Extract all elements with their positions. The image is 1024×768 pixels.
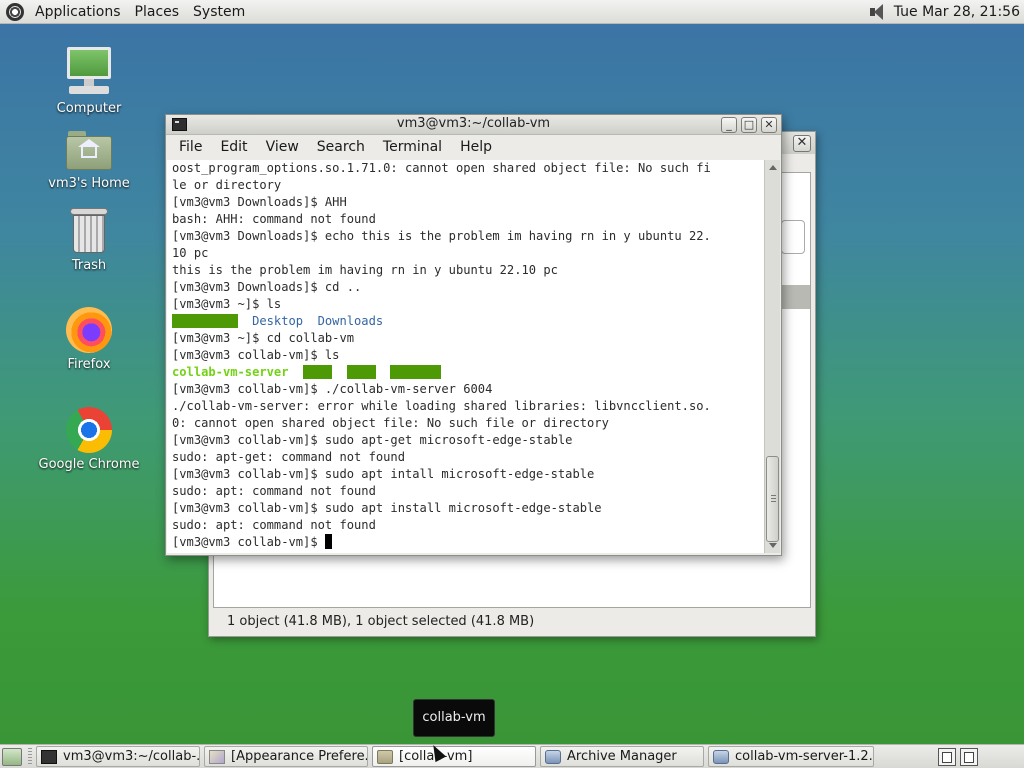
scroll-down-arrow-icon[interactable] bbox=[769, 543, 777, 548]
ls-item-scripts: scripts bbox=[390, 365, 442, 379]
folder-icon bbox=[377, 749, 393, 764]
show-desktop-icon[interactable] bbox=[2, 748, 22, 766]
taskbar-item-terminal[interactable]: vm3@vm3:~/collab-... bbox=[36, 746, 200, 767]
archive-icon bbox=[545, 749, 561, 764]
volume-icon[interactable] bbox=[868, 3, 888, 21]
desktop-icon-chrome[interactable]: Google Chrome bbox=[34, 407, 144, 472]
desktop-icon-label: Computer bbox=[56, 101, 122, 116]
desktop-icon-home[interactable]: vm3's Home bbox=[34, 128, 144, 191]
desktop-icon-label: Firefox bbox=[67, 357, 111, 372]
terminal-window[interactable]: vm3@vm3:~/collab-vm _ □ ✕ File Edit View… bbox=[165, 114, 782, 556]
terminal-line: [vm3@vm3 ~]$ cd collab-vm bbox=[172, 331, 355, 345]
terminal-menubar: File Edit View Search Terminal Help bbox=[166, 135, 781, 159]
home-folder-icon bbox=[66, 128, 112, 172]
terminal-line: sudo: apt-get: command not found bbox=[172, 450, 405, 464]
desktop-icon-label: Trash bbox=[71, 258, 107, 273]
terminal-line: bash: AHH: command not found bbox=[172, 212, 376, 226]
archive-icon bbox=[713, 749, 729, 764]
terminal-line: [vm3@vm3 ~]$ ls bbox=[172, 297, 282, 311]
maximize-button[interactable]: □ bbox=[741, 117, 757, 133]
desktop-icon-label: Google Chrome bbox=[38, 457, 140, 472]
ls-output-collab: collab-vm-server html http scripts bbox=[172, 364, 764, 381]
file-manager-selected-item[interactable] bbox=[780, 285, 810, 309]
taskbar-tooltip: collab-vm bbox=[413, 699, 495, 737]
menu-file[interactable]: File bbox=[170, 139, 211, 155]
terminal-line: [vm3@vm3 Downloads]$ cd .. bbox=[172, 280, 362, 294]
menu-search[interactable]: Search bbox=[308, 139, 374, 155]
taskbar-label: Archive Manager bbox=[567, 749, 677, 764]
trash-icon bbox=[70, 208, 108, 254]
firefox-icon bbox=[66, 307, 112, 353]
terminal-line: [vm3@vm3 Downloads]$ echo this is the pr… bbox=[172, 229, 711, 243]
taskbar-label: [Appearance Prefere... bbox=[231, 749, 368, 764]
taskbar-item-archive-manager[interactable]: Archive Manager bbox=[540, 746, 704, 767]
terminal-line: [vm3@vm3 collab-vm]$ sudo apt intall mic… bbox=[172, 467, 595, 481]
menu-terminal[interactable]: Terminal bbox=[374, 139, 451, 155]
taskbar-label: collab-vm-server-1.2.... bbox=[735, 749, 874, 764]
file-manager-close-button[interactable]: ✕ bbox=[793, 135, 811, 152]
terminal-line: [vm3@vm3 collab-vm]$ ls bbox=[172, 348, 340, 362]
appearance-icon bbox=[209, 749, 225, 764]
menu-system[interactable]: System bbox=[186, 0, 252, 24]
ls-item-collab-vm: collab-vm bbox=[172, 314, 238, 328]
chrome-icon bbox=[66, 407, 112, 453]
terminal-line: [vm3@vm3 collab-vm]$ sudo apt-get micros… bbox=[172, 433, 573, 447]
terminal-line: sudo: apt: command not found bbox=[172, 518, 376, 532]
terminal-titlebar[interactable]: vm3@vm3:~/collab-vm _ □ ✕ bbox=[166, 115, 781, 135]
menu-view[interactable]: View bbox=[257, 139, 308, 155]
desktop-icon-firefox[interactable]: Firefox bbox=[34, 307, 144, 372]
scroll-up-arrow-icon[interactable] bbox=[769, 165, 777, 170]
terminal-line: ./collab-vm-server: error while loading … bbox=[172, 399, 711, 413]
terminal-output[interactable]: oost_program_options.so.1.71.0: cannot o… bbox=[167, 160, 764, 553]
clock[interactable]: Tue Mar 28, 21:56 bbox=[894, 4, 1020, 20]
menu-help[interactable]: Help bbox=[451, 139, 501, 155]
text-cursor bbox=[324, 534, 332, 549]
terminal-line: le or directory bbox=[172, 178, 282, 192]
ls-item-server: collab-vm-server bbox=[172, 365, 289, 379]
panel-tray: Tue Mar 28, 21:56 bbox=[868, 0, 1020, 24]
grip-icon bbox=[771, 495, 776, 502]
minimize-button[interactable]: _ bbox=[721, 117, 737, 133]
file-manager-status: 1 object (41.8 MB), 1 object selected (4… bbox=[227, 614, 535, 629]
terminal-prompt: [vm3@vm3 collab-vm]$ bbox=[172, 535, 325, 549]
terminal-line: 0: cannot open shared object file: No su… bbox=[172, 416, 609, 430]
desktop-icon-label: vm3's Home bbox=[48, 176, 130, 191]
bottom-panel: vm3@vm3:~/collab-... [Appearance Prefere… bbox=[0, 744, 1024, 768]
taskbar-item-appearance[interactable]: [Appearance Prefere... bbox=[204, 746, 368, 767]
desktop-icon-trash[interactable]: Trash bbox=[34, 208, 144, 273]
window-title: vm3@vm3:~/collab-vm bbox=[396, 116, 551, 131]
workspace-1-icon[interactable] bbox=[938, 748, 956, 766]
terminal-scrollbar[interactable] bbox=[764, 160, 780, 553]
scrollbar-thumb[interactable] bbox=[766, 456, 779, 542]
workspace-2-icon[interactable] bbox=[960, 748, 978, 766]
top-panel: Applications Places System Tue Mar 28, 2… bbox=[0, 0, 1024, 24]
terminal-line: sudo: apt: command not found bbox=[172, 484, 376, 498]
ls-item-desktop: Desktop bbox=[252, 314, 304, 328]
terminal-line: 10 pc bbox=[172, 246, 209, 260]
terminal-line: [vm3@vm3 collab-vm]$ sudo apt install mi… bbox=[172, 501, 602, 515]
ls-item-downloads: Downloads bbox=[317, 314, 384, 328]
panel-separator bbox=[28, 748, 32, 766]
close-button[interactable]: ✕ bbox=[761, 117, 777, 133]
taskbar-label: vm3@vm3:~/collab-... bbox=[63, 749, 200, 764]
ls-output-home: collab-vm Desktop Downloads bbox=[172, 313, 764, 330]
menu-places[interactable]: Places bbox=[128, 0, 187, 24]
gnome-foot-icon[interactable] bbox=[6, 2, 24, 21]
terminal-line: oost_program_options.so.1.71.0: cannot o… bbox=[172, 161, 711, 175]
taskbar-item-server-archive[interactable]: collab-vm-server-1.2.... bbox=[708, 746, 874, 767]
terminal-line: [vm3@vm3 Downloads]$ AHH bbox=[172, 195, 347, 209]
terminal-prompt-line[interactable]: [vm3@vm3 collab-vm]$ bbox=[172, 534, 764, 551]
taskbar-item-collab-vm[interactable]: [collab-vm] bbox=[372, 746, 536, 767]
ls-item-http: http bbox=[346, 365, 376, 379]
ls-item-html: html bbox=[303, 365, 333, 379]
terminal-line: this is the problem im having rn in y ub… bbox=[172, 263, 558, 277]
terminal-line: [vm3@vm3 collab-vm]$ ./collab-vm-server … bbox=[172, 382, 493, 396]
menu-edit[interactable]: Edit bbox=[211, 139, 256, 155]
desktop-icon-computer[interactable]: Computer bbox=[34, 47, 144, 116]
menu-applications[interactable]: Applications bbox=[28, 0, 128, 24]
file-manager-path-button[interactable] bbox=[781, 220, 805, 254]
terminal-icon bbox=[41, 749, 57, 764]
computer-icon bbox=[65, 47, 113, 97]
